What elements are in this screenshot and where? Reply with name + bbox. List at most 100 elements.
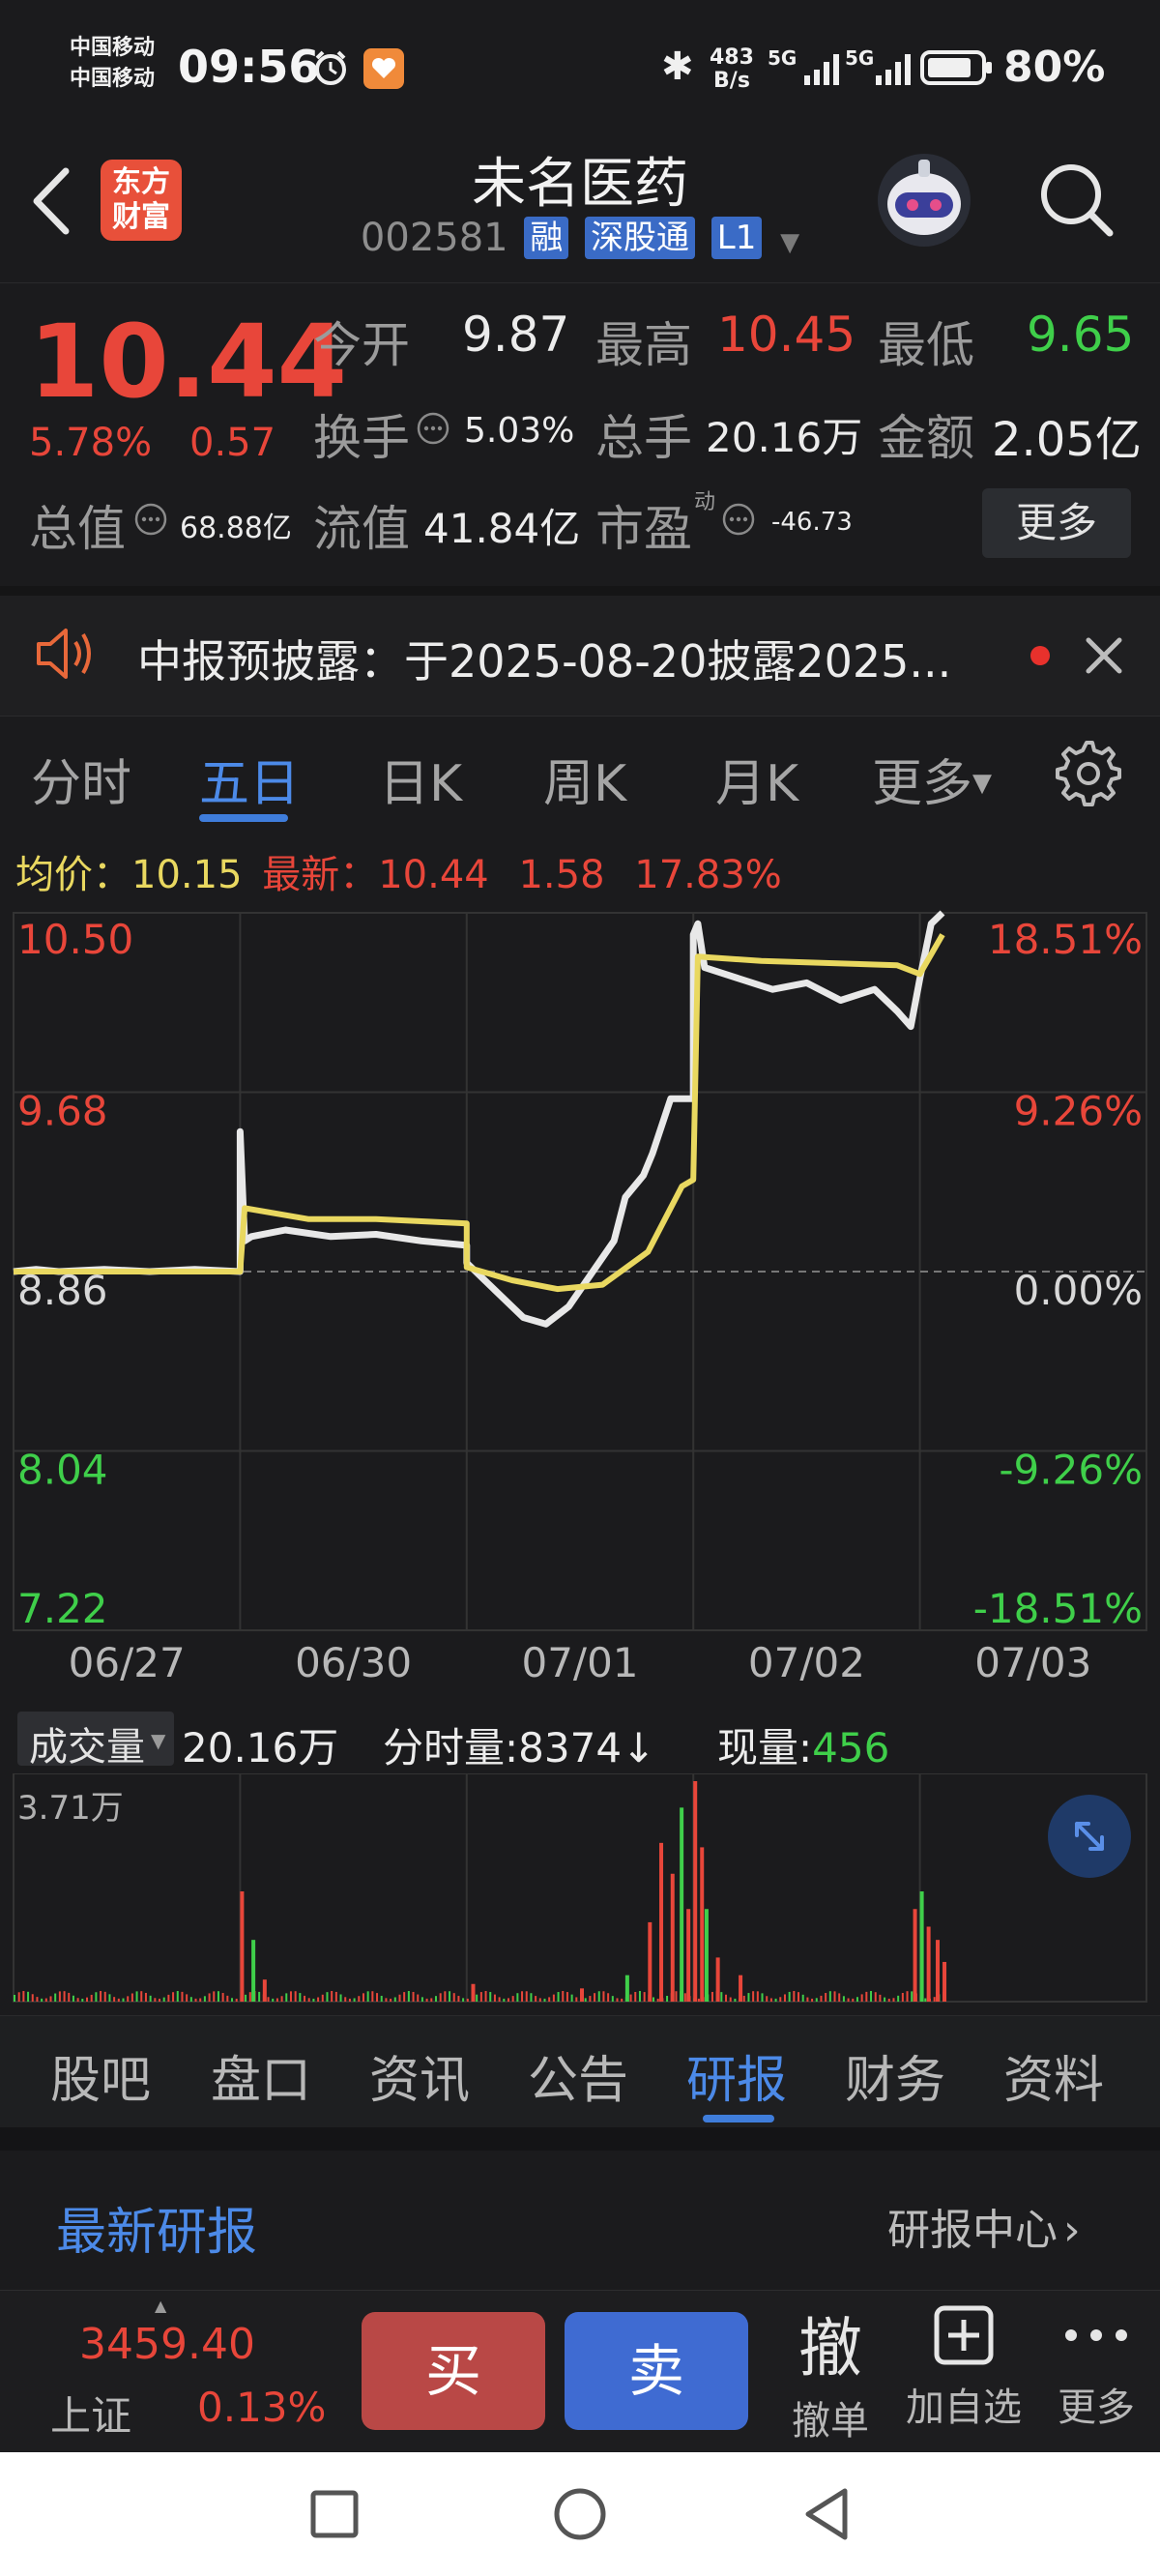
volume-bar: [22, 1991, 25, 2002]
chevron-down-icon[interactable]: ▼: [780, 228, 799, 257]
unread-dot: [1030, 646, 1050, 665]
volume-bar: [294, 1991, 297, 2002]
volume-bar: [366, 1991, 369, 2002]
tab-five-day[interactable]: 五日: [199, 743, 300, 815]
volume-bar: [675, 1991, 678, 2002]
volume-bar-chart: [13, 1773, 1147, 2003]
volume-bar: [798, 1992, 800, 2002]
sell-button[interactable]: 卖: [565, 2312, 748, 2430]
float-cap-label: 流值: [313, 501, 410, 557]
tab-orderbook[interactable]: 盘口: [211, 2039, 311, 2112]
tab-news[interactable]: 资讯: [369, 2039, 470, 2112]
info-icon[interactable]: [133, 502, 168, 537]
research-center-link[interactable]: 研报中心 ›: [887, 2195, 1081, 2257]
tab-forum[interactable]: 股吧: [50, 2039, 151, 2112]
more-quote-button[interactable]: 更多: [982, 488, 1131, 558]
x-tick-label: 07/02: [748, 1639, 865, 1686]
tab-financials[interactable]: 财务: [845, 2039, 945, 2112]
close-icon[interactable]: [1083, 634, 1125, 677]
volume-bar: [449, 1991, 451, 2002]
volume-bar: [81, 1998, 84, 2002]
info-icon[interactable]: [721, 502, 756, 537]
volume-bar: [670, 1873, 675, 2002]
current-volume-value: 456: [812, 1724, 890, 1771]
volume-bar: [557, 1992, 560, 2002]
volume-bar: [317, 1997, 320, 2002]
tab-profile[interactable]: 资料: [1003, 2039, 1104, 2112]
volume-indicator-select[interactable]: 成交量 ▼: [17, 1712, 174, 1770]
tab-daily-k[interactable]: 日K: [379, 743, 462, 815]
net-speed-value: 483: [710, 45, 754, 70]
volume-bar: [887, 1998, 890, 2002]
more-label: 更多: [1058, 2386, 1135, 2430]
cancel-order-button[interactable]: 撤 撤单: [787, 2297, 874, 2445]
recent-apps-icon[interactable]: [307, 2487, 362, 2541]
volume-bar: [68, 1992, 71, 2002]
volume-bar: [412, 1991, 415, 2002]
volume-bar: [221, 1993, 224, 2002]
tab-more[interactable]: 更多▼: [872, 743, 992, 815]
volume-bar: [530, 1993, 533, 2002]
alarm-icon: [311, 48, 350, 87]
volume-bar: [439, 1993, 442, 2002]
volume-bar: [140, 1991, 143, 2002]
connect-tag: 深股通: [585, 217, 696, 259]
tab-monthly-k[interactable]: 月K: [715, 743, 798, 815]
volume-bar: [511, 1996, 514, 2002]
volume-bar: [462, 1998, 465, 2002]
add-watchlist-button[interactable]: 加自选: [899, 2304, 1029, 2432]
latest-percent: 17.83%: [634, 853, 782, 897]
period-volume-label: 分时量:: [383, 1724, 519, 1771]
status-bar: 中国移动 中国移动 09:56 ✱ 483 B/s 5G 5G 80%: [0, 0, 1160, 140]
robot-assistant-icon[interactable]: [874, 150, 974, 250]
margin-tag: 融: [524, 217, 569, 259]
volume-bar: [648, 1921, 652, 2002]
info-icon[interactable]: [416, 411, 450, 446]
home-icon[interactable]: [551, 2485, 609, 2543]
volume-bar: [376, 1993, 379, 2002]
volume-bar: [521, 1991, 524, 2002]
volume-bar: [14, 1995, 15, 2002]
latest-value: 10.44: [378, 853, 489, 897]
volume-bar: [856, 1997, 858, 2002]
volume-max-label: 3.71万: [17, 1789, 124, 1828]
volume-bar: [838, 1993, 841, 2002]
volume-bar: [697, 1998, 700, 2002]
volume-bar: [186, 1994, 188, 2002]
settings-gear-icon[interactable]: [1052, 737, 1121, 806]
volume-frame: [13, 1773, 1147, 2003]
tab-research[interactable]: 研报: [686, 2039, 787, 2112]
tab-weekly-k[interactable]: 周K: [543, 743, 626, 815]
volume-bar: [90, 1994, 93, 2002]
buy-button[interactable]: 买: [362, 2312, 545, 2430]
volume-bar: [597, 1991, 600, 2002]
turnover-value: 5.03%: [464, 411, 575, 451]
more-menu-button[interactable]: 更多: [1050, 2304, 1143, 2432]
announcement-bar[interactable]: 中报预披露：于2025-08-20披露2025...: [0, 586, 1160, 717]
index-value[interactable]: 3459.40: [79, 2320, 255, 2369]
volume-label: 总手: [595, 410, 692, 466]
y-tick-left: 9.68: [17, 1088, 108, 1135]
clock: 09:56: [178, 41, 320, 93]
volume-bar: [479, 1992, 482, 2002]
avg-label: 均价：: [15, 853, 131, 897]
price-line: [13, 910, 945, 1328]
volume-bar: [208, 1993, 211, 2002]
volume-bar: [913, 1909, 917, 2002]
volume-bar: [739, 1975, 743, 2002]
period-volume: 分时量:8374↓: [383, 1715, 655, 1774]
tab-announcements[interactable]: 公告: [528, 2039, 628, 2112]
index-name[interactable]: 上证: [50, 2384, 131, 2443]
search-icon[interactable]: [1036, 160, 1117, 241]
volume-bar: [584, 1998, 587, 2002]
y-tick-left: 7.22: [17, 1585, 108, 1632]
average-price-row: 均价：10.15 最新：10.44 1.58 17.83%: [15, 843, 782, 899]
volume-bar: [235, 1998, 238, 2002]
back-nav-icon[interactable]: [798, 2485, 856, 2543]
volume-bar: [847, 1998, 850, 2002]
tab-intraday[interactable]: 分时: [31, 743, 131, 815]
expand-icon[interactable]: [1048, 1795, 1131, 1878]
volume-bar: [339, 1994, 342, 2002]
volume-bar: [666, 1996, 669, 2002]
volume-bar: [638, 1991, 641, 2002]
